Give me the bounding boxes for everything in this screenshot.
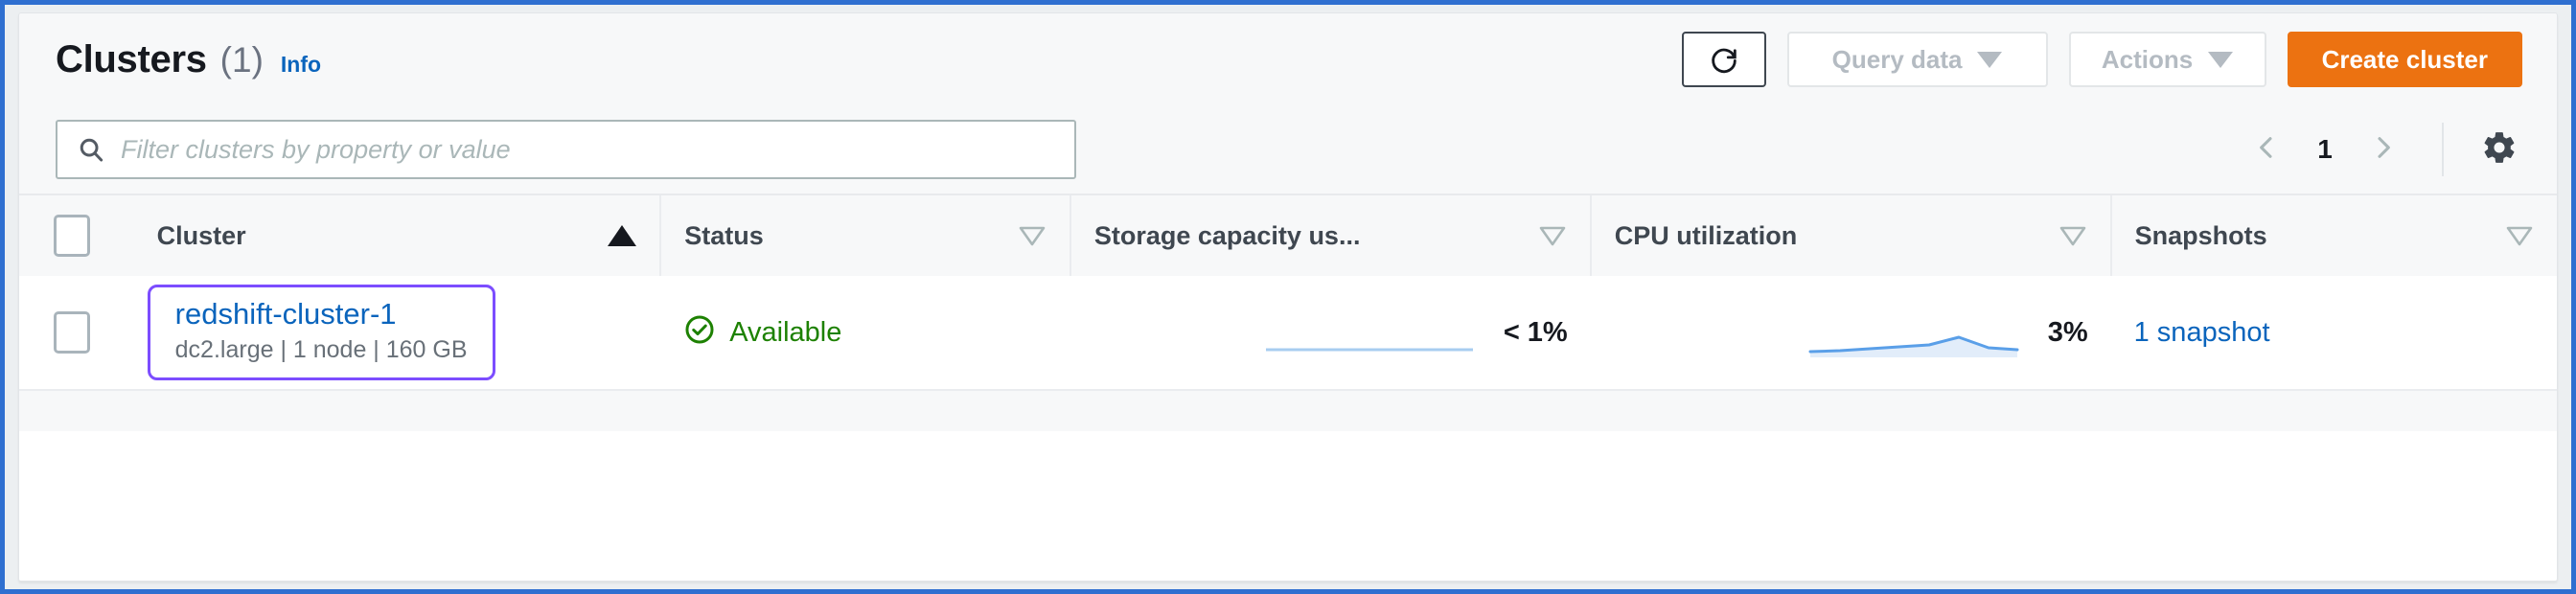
sort-descending-icon[interactable] <box>2505 224 2534 247</box>
cluster-name-link[interactable]: redshift-cluster-1 <box>175 297 468 332</box>
query-data-label: Query data <box>1831 44 1963 74</box>
check-circle-icon <box>683 313 716 353</box>
actions-label: Actions <box>2101 44 2194 74</box>
sort-descending-icon[interactable] <box>1538 224 1567 247</box>
actions-button[interactable]: Actions <box>2068 32 2266 87</box>
chevron-down-icon <box>1977 51 2003 68</box>
column-label-snapshots: Snapshots <box>2134 220 2267 250</box>
pagination: 1 <box>2239 122 2528 177</box>
cpu-sparkline <box>1808 335 2019 357</box>
column-label-cluster: Cluster <box>156 220 246 250</box>
sort-descending-icon[interactable] <box>1018 224 1046 247</box>
sort-ascending-icon[interactable] <box>608 225 637 246</box>
column-label-cpu-utilization: CPU utilization <box>1614 220 1798 250</box>
status-cell: Available <box>660 276 1070 389</box>
filter-row: 1 <box>19 105 2557 194</box>
column-header-snapshots[interactable]: Snapshots <box>2111 195 2557 276</box>
table-body: redshift-cluster-1 dc2.large | 1 node | … <box>19 276 2557 389</box>
create-cluster-button[interactable]: Create cluster <box>2287 32 2522 87</box>
table-preferences-button[interactable] <box>2471 122 2528 177</box>
table-header-row: Cluster Status Storage capacity us... CP… <box>19 195 2557 276</box>
cpu-utilization-value: 3% <box>2047 316 2088 348</box>
clusters-table-wrap: Cluster Status Storage capacity us... CP… <box>19 194 2557 581</box>
page-title: Clusters (1) Info <box>56 38 321 81</box>
card-header: Clusters (1) Info Query data Actions Cre… <box>19 13 2557 105</box>
query-data-button[interactable]: Query data <box>1786 32 2048 87</box>
page-title-text: Clusters <box>56 37 207 80</box>
snapshots-link[interactable]: 1 snapshot <box>2134 317 2270 348</box>
row-select-cell <box>19 276 134 389</box>
toolbar-divider <box>2442 123 2444 176</box>
status-badge: Available <box>729 316 842 348</box>
chevron-right-icon <box>2368 132 2399 168</box>
cluster-details-text: dc2.large | 1 node | 160 GB <box>174 335 468 363</box>
row-checkbox[interactable] <box>54 311 90 354</box>
column-label-status: Status <box>684 220 764 250</box>
refresh-button[interactable] <box>1681 32 1766 87</box>
search-input[interactable] <box>121 134 1055 165</box>
column-header-cluster[interactable]: Cluster <box>133 195 662 276</box>
column-label-storage-capacity: Storage capacity us... <box>1093 220 1361 250</box>
table-head: Cluster Status Storage capacity us... CP… <box>19 195 2557 276</box>
select-all-header <box>19 195 134 276</box>
header-actions: Query data Actions Create cluster <box>1681 32 2522 87</box>
chevron-left-icon <box>2251 132 2282 168</box>
pagination-page-1[interactable]: 1 <box>2300 134 2350 165</box>
info-link[interactable]: Info <box>281 52 321 78</box>
table-row[interactable]: redshift-cluster-1 dc2.large | 1 node | … <box>19 276 2557 389</box>
column-header-status[interactable]: Status <box>660 195 1071 276</box>
storage-capacity-cell: < 1% <box>1070 276 1591 389</box>
gear-icon <box>2481 129 2518 171</box>
refresh-icon <box>1708 43 1740 76</box>
select-all-checkbox[interactable] <box>54 215 90 257</box>
chevron-down-icon <box>2208 51 2234 68</box>
snapshots-cell: 1 snapshot <box>2111 276 2557 389</box>
search-box[interactable] <box>56 120 1076 179</box>
cluster-count: (1) <box>219 39 264 80</box>
clusters-table: Cluster Status Storage capacity us... CP… <box>19 195 2557 389</box>
table-footer <box>19 389 2557 431</box>
storage-sparkline <box>1265 348 1473 352</box>
pagination-next-button[interactable] <box>2356 122 2411 177</box>
pagination-prev-button[interactable] <box>2239 122 2294 177</box>
clusters-card: Clusters (1) Info Query data Actions Cre… <box>18 12 2558 582</box>
column-header-storage-capacity[interactable]: Storage capacity us... <box>1070 195 1592 276</box>
create-cluster-label: Create cluster <box>2321 44 2488 74</box>
cluster-name-cell: redshift-cluster-1 dc2.large | 1 node | … <box>134 276 661 389</box>
sort-descending-icon[interactable] <box>2058 224 2087 247</box>
search-icon <box>77 135 105 164</box>
cluster-name-focus-ring[interactable]: redshift-cluster-1 dc2.large | 1 node | … <box>147 285 495 380</box>
cpu-utilization-cell: 3% <box>1591 276 2111 389</box>
page-frame: Clusters (1) Info Query data Actions Cre… <box>0 0 2576 594</box>
column-header-cpu-utilization[interactable]: CPU utilization <box>1590 195 2112 276</box>
storage-capacity-value: < 1% <box>1503 316 1568 348</box>
